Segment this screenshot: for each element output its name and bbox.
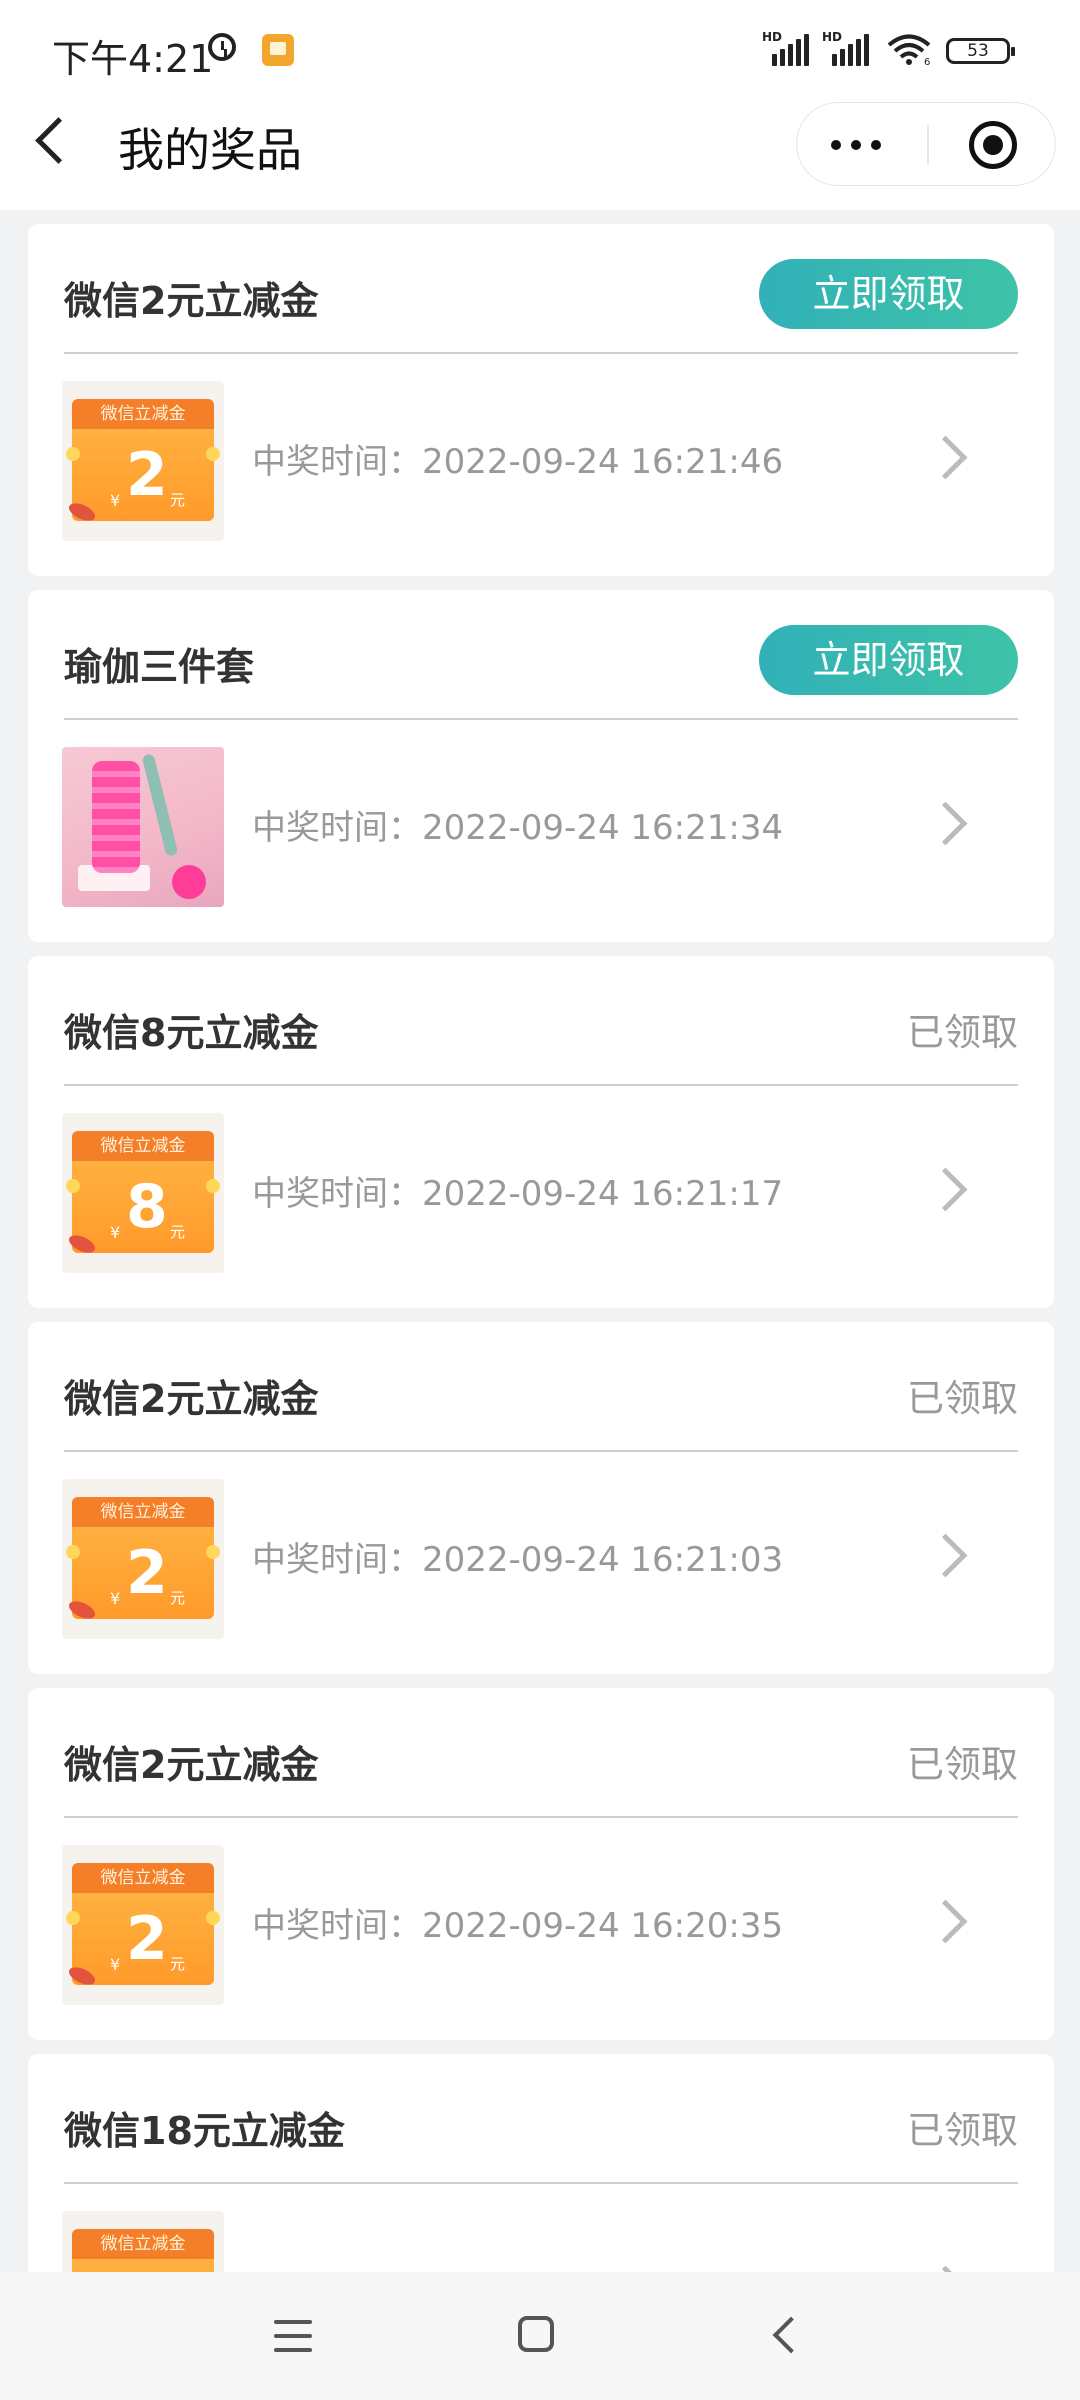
chevron-right-icon (923, 1899, 968, 1944)
capsule-divider (927, 125, 929, 165)
coupon-value: 2 (126, 1538, 168, 1608)
card-divider (64, 1816, 1018, 1818)
claim-button[interactable]: 立即领取 (759, 625, 1018, 695)
card-divider (64, 2182, 1018, 2184)
prize-card[interactable]: 微信2元立减金 已领取 微信立减金 ¥ 2 元 中奖时间：2022-09-24 … (28, 1688, 1054, 2040)
nav-back-icon[interactable] (772, 2316, 810, 2354)
claimed-status: 已领取 (907, 2109, 1018, 2152)
signal-icon: HD (762, 30, 814, 70)
status-time: 下午4:21 (52, 37, 214, 81)
coupon-value: 8 (126, 1172, 168, 1242)
coupon-title: 微信立减金 (72, 399, 214, 429)
chevron-right-icon (923, 435, 968, 480)
status-bar: 下午4:21 HD HD 6 53 (0, 0, 1080, 100)
prize-name: 瑜伽三件套 (64, 645, 255, 689)
card-divider (64, 1450, 1018, 1452)
claimed-status: 已领取 (907, 1011, 1018, 1054)
coupon-unit: 元 (170, 1955, 186, 1973)
target-icon[interactable] (969, 121, 1017, 169)
coupon-value: 2 (126, 440, 168, 510)
prize-name: 微信2元立减金 (64, 1377, 319, 1421)
prize-image (62, 747, 224, 907)
prize-card[interactable]: 微信8元立减金 已领取 微信立减金 ¥ 8 元 中奖时间：2022-09-24 … (28, 956, 1054, 1308)
claimed-status: 已领取 (907, 1377, 1018, 1420)
coupon-image: 微信立减金 (62, 2211, 224, 2272)
prize-name: 微信18元立减金 (64, 2109, 345, 2153)
wifi-sub-label: 6 (924, 57, 930, 66)
chevron-right-icon (923, 1533, 968, 1578)
coupon-value: 2 (126, 1904, 168, 1974)
coupon-image: 微信立减金 ¥ 2 元 (62, 1479, 224, 1639)
alarm-icon (208, 33, 236, 61)
menu-icon[interactable] (274, 2320, 312, 2352)
coupon-currency: ¥ (110, 1955, 121, 1974)
prize-card[interactable]: 微信2元立减金 已领取 微信立减金 ¥ 2 元 中奖时间：2022-09-24 … (28, 1322, 1054, 1674)
battery-icon: 53 (946, 38, 1015, 64)
chevron-right-icon (923, 801, 968, 846)
prize-name: 微信2元立减金 (64, 1743, 319, 1787)
claimed-status: 已领取 (907, 1743, 1018, 1786)
coupon-image: 微信立减金 ¥ 2 元 (62, 1845, 224, 2005)
win-time: 中奖时间：2022-09-24 16:21:34 (252, 808, 784, 848)
coupon-title: 微信立减金 (72, 1497, 214, 1527)
mini-program-capsule (796, 102, 1056, 186)
coupon-image: 微信立减金 ¥ 2 元 (62, 381, 224, 541)
coupon-title: 微信立减金 (72, 2229, 214, 2259)
coupon-currency: ¥ (110, 1589, 121, 1608)
wifi-icon: 6 (887, 34, 930, 66)
system-nav-bar (0, 2272, 1080, 2400)
home-icon[interactable] (518, 2316, 554, 2352)
win-time: 中奖时间：2022-09-24 16:21:46 (252, 442, 784, 482)
signal-hd-label-2: HD (822, 30, 843, 44)
signal-icon-2: HD (822, 30, 874, 70)
more-icon[interactable] (827, 127, 897, 163)
win-time: 中奖时间：2022-09-24 16:20:35 (252, 1906, 784, 1946)
chevron-right-icon (923, 1167, 968, 1212)
coupon-currency: ¥ (110, 491, 121, 510)
card-divider (64, 352, 1018, 354)
win-time: 中奖时间：2022-09-24 16:21:03 (252, 1540, 784, 1580)
prize-name: 微信2元立减金 (64, 279, 319, 323)
coupon-unit: 元 (170, 1223, 186, 1241)
win-time: 中奖时间：2022-09-24 16:21:17 (252, 1174, 784, 1214)
prize-card[interactable]: 微信18元立减金 已领取 微信立减金 (28, 2054, 1054, 2272)
coupon-unit: 元 (170, 1589, 186, 1607)
app-badge-icon (262, 34, 294, 66)
coupon-unit: 元 (170, 491, 186, 509)
page-title: 我的奖品 (118, 123, 302, 177)
card-divider (64, 1084, 1018, 1086)
signal-hd-label: HD (762, 30, 783, 44)
claim-button[interactable]: 立即领取 (759, 259, 1018, 329)
coupon-image: 微信立减金 ¥ 8 元 (62, 1113, 224, 1273)
prize-name: 微信8元立减金 (64, 1011, 319, 1055)
card-divider (64, 718, 1018, 720)
coupon-currency: ¥ (110, 1223, 121, 1242)
coupon-title: 微信立减金 (72, 1863, 214, 1893)
prize-card[interactable]: 微信2元立减金 立即领取 微信立减金 ¥ 2 元 中奖时间：2022-09-24… (28, 224, 1054, 576)
coupon-title: 微信立减金 (72, 1131, 214, 1161)
prize-list: 微信2元立减金 立即领取 微信立减金 ¥ 2 元 中奖时间：2022-09-24… (28, 224, 1054, 2272)
prize-card[interactable]: 瑜伽三件套 立即领取 中奖时间：2022-09-24 16:21:34 (28, 590, 1054, 942)
